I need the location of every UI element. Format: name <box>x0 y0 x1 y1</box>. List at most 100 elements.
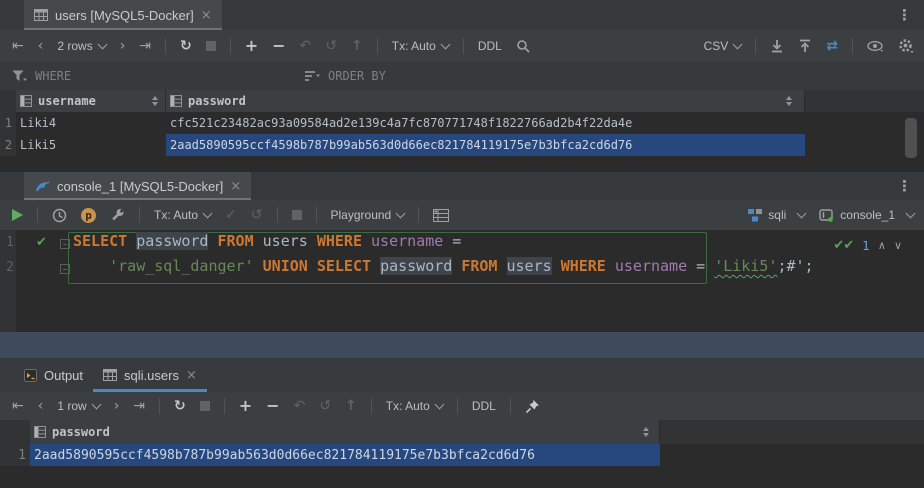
cell-password-selected[interactable]: 2aad5890595ccf4598b787b99ab563d0d66ec821… <box>166 134 805 156</box>
sort-toggle-icon[interactable] <box>786 96 792 106</box>
schema-selector[interactable]: sqli <box>748 208 805 222</box>
line-number: 1 <box>6 235 20 250</box>
run-query-button[interactable] <box>12 209 23 221</box>
rollback-icon[interactable]: ↺ <box>251 208 263 222</box>
stop-icon <box>292 210 302 220</box>
row-number: 1 <box>0 112 16 134</box>
code-line[interactable]: SELECT password FROM users WHERE usernam… <box>73 232 461 257</box>
export-format-dropdown[interactable]: CSV <box>704 39 742 53</box>
commit-icon[interactable]: ✓ <box>225 208 237 222</box>
export-download-icon[interactable] <box>770 39 784 53</box>
prev-issue-icon[interactable]: ∧ <box>878 239 886 252</box>
tab-title: users [MySQL5-Docker] <box>55 8 194 23</box>
prev-page-button[interactable]: ‹ <box>38 39 44 53</box>
add-row-button[interactable]: + <box>245 38 258 54</box>
import-upload-icon[interactable] <box>798 39 812 53</box>
column-icon <box>20 95 32 107</box>
session-selector[interactable]: console_1 <box>819 208 914 222</box>
prev-page-button[interactable]: ‹ <box>38 399 44 413</box>
result-view-icon[interactable] <box>433 209 449 222</box>
kebab-menu-icon[interactable]: ⋮ <box>897 177 912 195</box>
wrench-settings-icon[interactable] <box>110 208 125 223</box>
compare-sync-icon[interactable]: ⇄ <box>826 39 838 53</box>
table-row: 1 2aad5890595ccf4598b787b99ab563d0d66ec8… <box>0 444 924 466</box>
next-issue-icon[interactable]: ∨ <box>894 239 902 252</box>
first-page-button[interactable]: ⇤ <box>12 39 24 53</box>
column-icon <box>34 426 46 438</box>
tx-mode-dropdown[interactable]: Tx: Auto <box>386 399 443 413</box>
last-page-button[interactable]: ⇥ <box>133 399 145 413</box>
session-icon <box>819 209 834 222</box>
check-icon: ✔ <box>843 238 854 253</box>
column-header-password[interactable]: password <box>166 90 805 112</box>
inspection-widget[interactable]: ✔✔ 1 ∧ ∨ <box>833 238 902 253</box>
next-page-button[interactable]: › <box>120 39 126 53</box>
ddl-button[interactable]: DDL <box>478 39 502 53</box>
playground-mode-dropdown[interactable]: Playground <box>331 208 405 222</box>
cell-password-selected[interactable]: 2aad5890595ccf4598b787b99ab563d0d66ec821… <box>30 444 660 466</box>
schema-icon <box>748 209 762 222</box>
order-by-label: ORDER BY <box>328 69 386 83</box>
sort-toggle-icon[interactable] <box>152 96 158 106</box>
undo-icon[interactable]: ↶ <box>294 399 306 413</box>
page-size-dropdown[interactable]: 1 row <box>57 399 99 413</box>
submit-icon[interactable]: ↑ <box>345 399 357 413</box>
pin-tab-icon[interactable] <box>525 399 540 414</box>
stop-icon <box>200 401 210 411</box>
tab-console[interactable]: console_1 [MySQL5-Docker] × <box>24 172 251 200</box>
tab-users-grid[interactable]: users [MySQL5-Docker] × <box>24 0 222 30</box>
next-page-button[interactable]: › <box>114 399 120 413</box>
statement-success-check-icon[interactable]: ✔ <box>36 235 47 250</box>
ddl-button[interactable]: DDL <box>472 399 496 413</box>
tx-mode-dropdown[interactable]: Tx: Auto <box>154 208 211 222</box>
settings-gear-icon[interactable] <box>898 38 914 54</box>
page-size-dropdown[interactable]: 2 rows <box>57 39 105 53</box>
cell-username[interactable]: Liki4 <box>16 112 166 134</box>
delete-row-button[interactable]: − <box>266 398 279 414</box>
where-filter-field[interactable]: WHERE <box>0 69 304 83</box>
where-label: WHERE <box>35 69 71 83</box>
close-icon[interactable]: × <box>230 180 241 193</box>
search-icon[interactable] <box>516 39 531 54</box>
close-icon[interactable]: × <box>186 369 197 382</box>
history-clock-icon[interactable] <box>52 208 67 223</box>
sort-toggle-icon[interactable] <box>643 427 649 437</box>
table-icon <box>103 369 117 381</box>
tab-output[interactable]: Output <box>14 358 93 392</box>
row-number: 2 <box>0 134 16 156</box>
reload-icon[interactable]: ↻ <box>174 399 186 413</box>
column-label: username <box>38 94 96 108</box>
parameters-icon[interactable]: p <box>81 208 96 223</box>
view-options-eye-icon[interactable] <box>867 41 884 52</box>
top-grid-toolbar: ⇤ ‹ 2 rows › ⇥ ↻ + − ↶ ↺ ↑ Tx: Auto DDL … <box>0 30 924 63</box>
add-row-button[interactable]: + <box>239 398 252 414</box>
kebab-menu-icon[interactable]: ⋮ <box>897 6 912 24</box>
tab-result-grid[interactable]: sqli.users × <box>93 358 207 392</box>
column-header-username[interactable]: username <box>16 90 166 112</box>
header-gutter <box>0 420 30 444</box>
cell-username[interactable]: Liki5 <box>16 134 166 156</box>
first-page-button[interactable]: ⇤ <box>12 399 24 413</box>
close-icon[interactable]: × <box>201 9 212 22</box>
vertical-scrollbar[interactable] <box>905 118 917 158</box>
grid-header: username password <box>0 90 924 112</box>
submit-icon[interactable]: ↑ <box>351 39 363 53</box>
revert-icon[interactable]: ↺ <box>325 39 337 53</box>
revert-icon[interactable]: ↺ <box>319 399 331 413</box>
last-page-button[interactable]: ⇥ <box>139 39 151 53</box>
undo-icon[interactable]: ↶ <box>300 39 312 53</box>
divider <box>139 207 140 223</box>
tab-title: console_1 [MySQL5-Docker] <box>57 179 223 194</box>
code-line[interactable]: 'raw_sql_danger' UNION SELECT password F… <box>73 257 814 282</box>
cell-password[interactable]: cfc521c23482ac93a09584ad2e139c4a7fc87077… <box>166 112 805 134</box>
tx-mode-dropdown[interactable]: Tx: Auto <box>392 39 449 53</box>
row-number: 1 <box>0 444 30 466</box>
reload-icon[interactable]: ↻ <box>180 39 192 53</box>
delete-row-button[interactable]: − <box>272 38 285 54</box>
table-row: 2 Liki5 2aad5890595ccf4598b787b99ab563d0… <box>0 134 924 156</box>
sql-editor[interactable]: 1 2 ✔ SELECT password FROM users WHERE u… <box>0 230 924 332</box>
column-header-password[interactable]: password <box>30 420 660 444</box>
splitter-band[interactable] <box>0 332 924 358</box>
divider <box>230 38 231 54</box>
order-by-field[interactable]: ORDER BY <box>305 69 386 83</box>
